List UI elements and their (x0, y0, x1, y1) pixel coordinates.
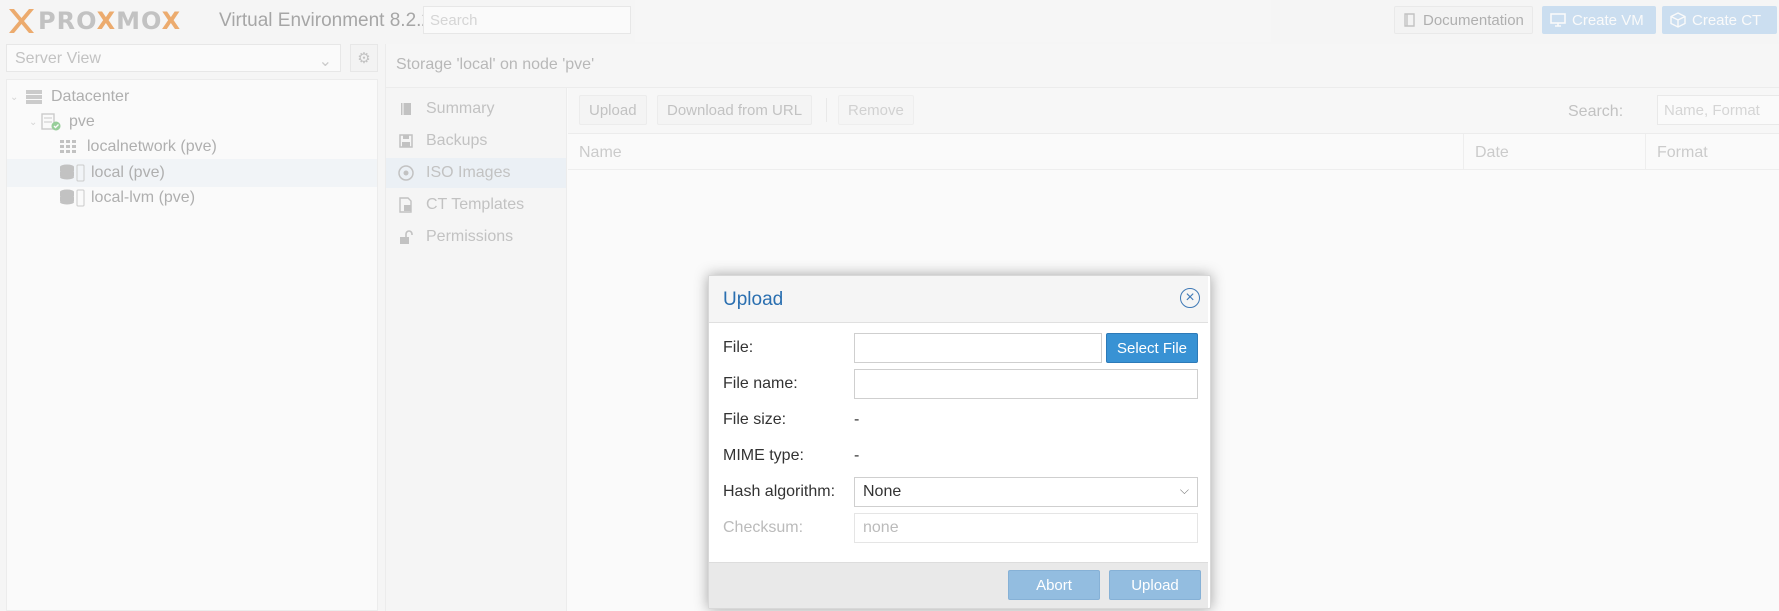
dialog-footer: Abort Upload (709, 562, 1208, 608)
book-icon (1404, 13, 1415, 27)
file-size-value: - (854, 411, 860, 428)
file-name-label: File name: (723, 375, 798, 392)
top-header: PROXMOX Virtual Environment 8.2.2 Search… (0, 0, 1779, 42)
storage-icon (60, 164, 85, 182)
template-icon (399, 197, 412, 213)
upload-submit-button[interactable]: Upload (1109, 570, 1201, 600)
server-view-value: Server View (15, 50, 101, 67)
upload-dialog: Upload × File: Select File File name: Fi… (708, 275, 1211, 609)
file-size-row: File size: - (723, 405, 1198, 435)
checksum-row: Checksum: none (723, 513, 1198, 543)
monitor-icon (1550, 13, 1566, 27)
file-label: File: (723, 339, 754, 356)
tree-item-label: localnetwork (pve) (87, 138, 217, 155)
nav-permissions[interactable]: Permissions (386, 222, 566, 252)
nav-iso-images[interactable]: ISO Images (386, 158, 566, 188)
checksum-label: Checksum: (723, 519, 804, 536)
search-label: Search: (1568, 103, 1624, 120)
unlock-icon (400, 230, 413, 244)
datacenter-icon (26, 90, 42, 104)
file-name-row: File name: (723, 369, 1198, 399)
cube-icon (1670, 12, 1686, 28)
mime-type-value: - (854, 447, 860, 464)
tree-item-datacenter[interactable]: ⌄ Datacenter (7, 83, 377, 111)
create-ct-button[interactable]: Create CT (1662, 6, 1777, 34)
column-header-format[interactable]: Format (1657, 144, 1708, 162)
panel-title: Storage 'local' on node 'pve' (386, 44, 1779, 88)
tree-item-label: local (pve) (91, 164, 165, 181)
gear-icon: ⚙ (357, 50, 371, 67)
close-icon: × (1185, 289, 1195, 306)
select-file-button[interactable]: Select File (1106, 333, 1198, 363)
abort-button[interactable]: Abort (1008, 570, 1100, 600)
tree-item-label: local-lvm (pve) (91, 189, 196, 206)
download-from-url-button[interactable]: Download from URL (657, 95, 813, 125)
storage-icon (60, 189, 85, 207)
nav-label: Permissions (426, 228, 514, 245)
hash-algorithm-row: Hash algorithm: None ⌵ (723, 477, 1198, 507)
tree-item-localnetwork[interactable]: localnetwork (pve) (7, 133, 377, 161)
column-header-name[interactable]: Name (579, 144, 622, 162)
tree-item-local[interactable]: local (pve) (7, 159, 377, 187)
nav-label: ISO Images (426, 164, 511, 181)
checksum-input[interactable]: none (854, 513, 1198, 543)
file-name-input[interactable] (854, 369, 1198, 399)
nav-backups[interactable]: Backups (386, 126, 566, 156)
storage-side-nav: Summary Backups ISO Images CT Templates … (386, 88, 567, 611)
column-divider (1463, 134, 1464, 169)
storage-toolbar: Upload Download from URL Remove Search: … (568, 88, 1779, 134)
documentation-button[interactable]: Documentation (1394, 6, 1533, 34)
version-label: Virtual Environment 8.2.2 (219, 10, 432, 31)
proxmox-x-icon (9, 9, 34, 33)
chevron-down-icon: ⌵ (1179, 483, 1189, 497)
nav-label: Backups (426, 132, 488, 149)
dialog-header: Upload × (709, 276, 1208, 323)
nav-summary[interactable]: Summary (386, 94, 566, 124)
remove-button[interactable]: Remove (838, 95, 914, 125)
resource-tree: ⌄ Datacenter ⌄ pve localnetwork (pve) lo… (6, 79, 378, 611)
file-size-label: File size: (723, 411, 787, 428)
file-row: File: Select File (723, 333, 1198, 363)
mime-type-row: MIME type: - (723, 441, 1198, 471)
global-search-input[interactable]: Search (423, 6, 631, 34)
grid-search-input[interactable]: Name, Format (1657, 95, 1779, 125)
chevron-down-icon: ⌄ (318, 53, 332, 70)
tree-item-label: pve (69, 113, 95, 130)
disc-icon (398, 165, 414, 181)
view-settings-button[interactable]: ⚙ (350, 44, 378, 72)
server-view-select[interactable]: Server View ⌄ (6, 44, 341, 72)
node-icon (41, 113, 61, 131)
upload-button[interactable]: Upload (579, 95, 647, 125)
create-vm-label: Create VM (1572, 11, 1644, 29)
column-header-date[interactable]: Date (1475, 144, 1509, 162)
dialog-title: Upload (723, 289, 784, 310)
file-input[interactable] (854, 333, 1102, 363)
grid-header: Name Date Format (568, 134, 1779, 170)
book-icon (401, 103, 411, 115)
toolbar-separator (826, 98, 827, 122)
collapse-arrow-icon[interactable]: ⌄ (10, 92, 18, 103)
nav-ct-templates[interactable]: CT Templates (386, 190, 566, 220)
hash-algorithm-select[interactable]: None ⌵ (854, 477, 1198, 507)
nav-label: Summary (426, 100, 495, 117)
tree-item-local-lvm[interactable]: local-lvm (pve) (7, 184, 377, 212)
close-button[interactable]: × (1180, 288, 1200, 308)
collapse-arrow-icon[interactable]: ⌄ (29, 117, 37, 128)
nav-label: CT Templates (426, 196, 525, 213)
tree-item-label: Datacenter (51, 88, 130, 105)
create-ct-label: Create CT (1692, 11, 1762, 29)
floppy-icon (399, 134, 413, 148)
hash-algorithm-value: None (863, 483, 902, 500)
logo-wordmark: PROXMOX (38, 7, 182, 35)
proxmox-logo: PROXMOX (6, 4, 181, 38)
hash-algorithm-label: Hash algorithm: (723, 483, 836, 500)
mime-type-label: MIME type: (723, 447, 804, 464)
create-vm-button[interactable]: Create VM (1542, 6, 1656, 34)
column-divider (1645, 134, 1646, 169)
documentation-label: Documentation (1423, 11, 1524, 29)
network-zone-icon (60, 140, 76, 153)
tree-item-pve[interactable]: ⌄ pve (7, 108, 377, 136)
